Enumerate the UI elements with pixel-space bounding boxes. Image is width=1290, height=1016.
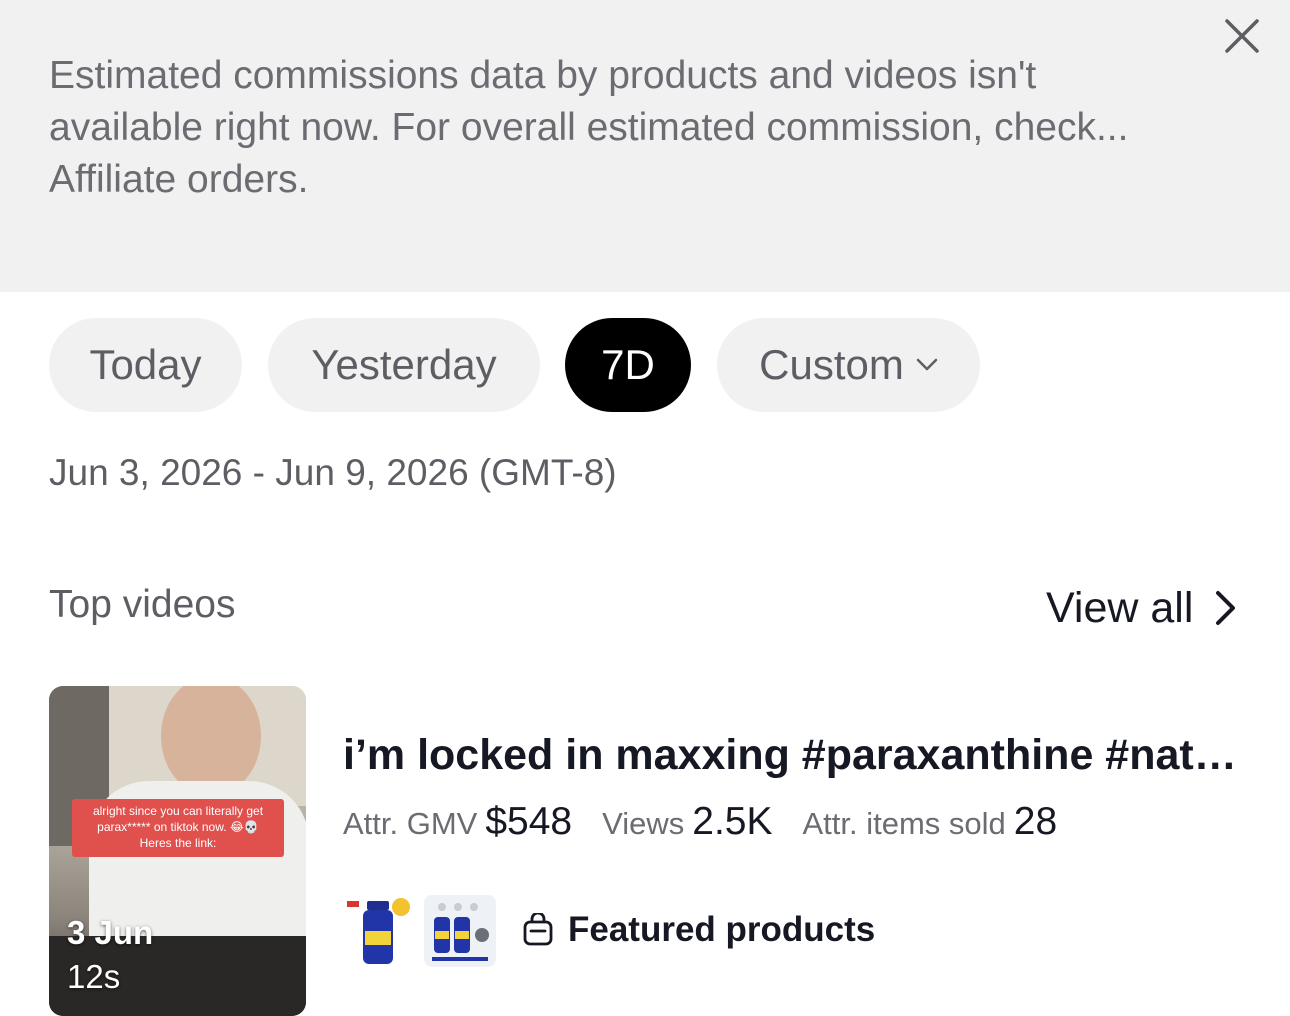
product-thumbnail-bottle[interactable] — [343, 895, 415, 967]
video-date: 3 Jun — [67, 914, 154, 951]
caption-line-3: Heres the link: — [139, 836, 217, 850]
section-title-top-videos: Top videos — [49, 583, 236, 626]
view-all-label: View all — [1046, 583, 1194, 632]
date-range: Jun 3, 2026 - Jun 9, 2026 (GMT-8) — [49, 452, 617, 493]
filter-custom-dropdown[interactable]: Custom — [717, 318, 980, 412]
shopping-bag-icon — [523, 913, 553, 946]
filter-7d-label: 7D — [601, 341, 655, 388]
view-all-link[interactable]: View all — [1046, 580, 1237, 636]
notice-line-3: Affiliate orders. — [49, 158, 309, 201]
video-thumbnail[interactable]: alright since you can literally get para… — [49, 686, 306, 1016]
featured-products-button[interactable]: Featured products — [522, 910, 875, 950]
chevron-down-icon — [916, 358, 938, 372]
filter-today-button[interactable]: Today — [49, 318, 242, 412]
caption-line-1: alright since you can literally get — [92, 804, 264, 818]
notice-text: Estimated commissions data by products a… — [49, 50, 1199, 206]
filter-yesterday-button[interactable]: Yesterday — [268, 318, 540, 412]
video-title[interactable]: i’m locked in maxxing #paraxanthine #nat… — [343, 731, 1253, 780]
notice-line-1: Estimated commissions data by products a… — [49, 54, 1037, 97]
filter-custom-label: Custom — [759, 341, 904, 388]
video-metrics: Attr. GMV $548 Views 2.5K Attr. items so… — [343, 800, 1087, 844]
notice-banner: Estimated commissions data by products a… — [0, 0, 1290, 292]
notice-line-2: available right now. For overall estimat… — [49, 106, 1129, 149]
items-sold-value: 28 — [1013, 800, 1058, 843]
gmv-label: Attr. GMV — [343, 806, 478, 841]
close-button[interactable] — [1218, 12, 1266, 60]
filter-7d-button[interactable]: 7D — [565, 318, 691, 412]
chevron-right-icon — [1216, 591, 1236, 625]
views-label: Views — [602, 806, 685, 841]
video-duration: 12s — [67, 958, 121, 995]
supplement-bottle-icon — [343, 895, 415, 967]
video-caption-overlay: alright since you can literally get para… — [72, 799, 284, 857]
supplement-pack-icon — [426, 897, 494, 965]
featured-products-label: Featured products — [568, 910, 876, 949]
filter-today-label: Today — [89, 341, 202, 388]
items-sold-label: Attr. items sold — [802, 806, 1006, 841]
views-value: 2.5K — [692, 800, 773, 843]
close-icon — [1225, 19, 1259, 53]
caption-line-2: parax***** on tiktok now. 😂💀 — [97, 820, 259, 834]
filter-yesterday-label: Yesterday — [311, 341, 497, 388]
gmv-value: $548 — [485, 800, 573, 843]
product-thumbnail-pack[interactable] — [424, 895, 496, 967]
